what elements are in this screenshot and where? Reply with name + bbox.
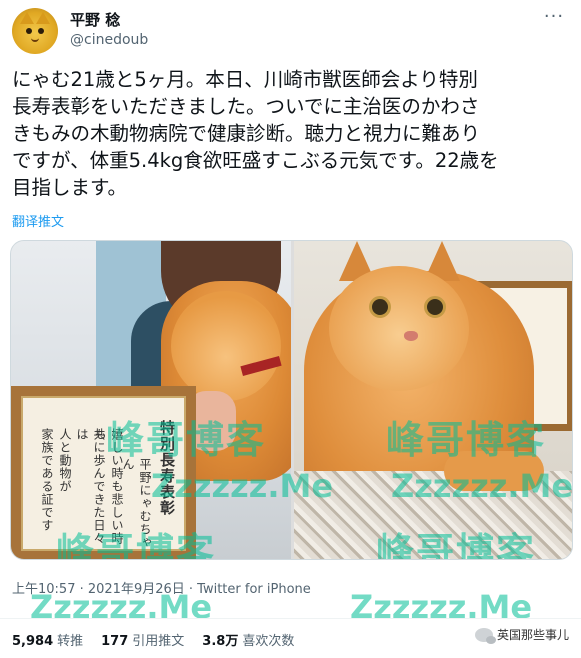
tweet-header: 平野 稔 @cinedoub ··· <box>12 8 569 56</box>
retweets-count: 5,984 <box>12 634 54 649</box>
more-options-icon[interactable]: ··· <box>539 8 569 32</box>
cat-nose <box>404 331 418 341</box>
retweets-stat[interactable]: 5,984 转推 <box>12 630 83 649</box>
wechat-account-name: 英国那些事儿 <box>496 628 569 642</box>
avatar-ear-left <box>20 12 34 24</box>
quotes-stat[interactable]: 177 引用推文 <box>101 630 184 649</box>
avatar[interactable] <box>12 8 58 54</box>
author-names[interactable]: 平野 稔 @cinedoub <box>70 10 148 50</box>
orange-cat-face-right <box>329 266 469 391</box>
tweet-text: にゃむ21歳と5ヶ月。本日、川崎市獣医師会より特別 長寿表彰をいただきました。つ… <box>12 68 499 199</box>
certificate-frame: 特別長寿表彰 平野にゃむちゃん 嬉しい時も悲しい時も 共に歩んできた日々は 人と… <box>11 386 196 559</box>
photo-cat-closeup[interactable] <box>294 241 572 559</box>
tweet-media[interactable]: 特別長寿表彰 平野にゃむちゃん 嬉しい時も悲しい時も 共に歩んできた日々は 人と… <box>10 240 573 560</box>
avatar-eye-left <box>26 28 32 34</box>
cat-eye-left <box>369 296 391 318</box>
tweet-meta: 上午10:57 · 2021年9月26日 · Twitter for iPhon… <box>12 578 311 597</box>
tweet-source[interactable]: Twitter for iPhone <box>197 582 311 597</box>
avatar-ear-right <box>36 12 50 24</box>
likes-label: 喜欢次数 <box>242 634 295 649</box>
watermark-en-4: Zzzzzz.Me <box>350 588 533 626</box>
meta-separator: · <box>188 582 198 597</box>
tweet-timestamp[interactable]: 上午10:57 · 2021年9月26日 <box>12 582 185 597</box>
cat-eye-right <box>424 296 446 318</box>
stats-divider <box>0 618 581 619</box>
certificate-line-4: 家族である証です <box>40 428 54 532</box>
photo-cat-with-certificate[interactable]: 特別長寿表彰 平野にゃむちゃん 嬉しい時も悲しい時も 共に歩んできた日々は 人と… <box>11 241 291 559</box>
avatar-eye-right <box>38 28 44 34</box>
avatar-mouth <box>31 38 39 42</box>
wechat-watermark: 英国那些事儿 <box>474 626 569 644</box>
likes-count: 3.8万 <box>202 634 239 649</box>
translate-tweet-link[interactable]: 翻译推文 <box>12 211 64 230</box>
certificate-line-2: 共に歩んできた日々は <box>75 428 106 545</box>
certificate-title: 特別長寿表彰 <box>158 420 176 516</box>
certificate-line-3: 人と動物が <box>58 428 72 493</box>
cat-paw <box>444 451 544 491</box>
certificate-paper: 特別長寿表彰 平野にゃむちゃん 嬉しい時も悲しい時も 共に歩んできた日々は 人と… <box>21 396 186 551</box>
quotes-count: 177 <box>101 634 129 649</box>
orange-cat-face <box>171 291 281 401</box>
tweet-stats: 5,984 转推 177 引用推文 3.8万 喜欢次数 <box>12 630 294 649</box>
quotes-label: 引用推文 <box>132 634 185 649</box>
likes-stat[interactable]: 3.8万 喜欢次数 <box>202 630 294 649</box>
retweets-label: 转推 <box>57 634 84 649</box>
user-handle[interactable]: @cinedoub <box>70 30 148 50</box>
display-name[interactable]: 平野 稔 <box>70 10 148 30</box>
wechat-icon <box>474 627 496 644</box>
